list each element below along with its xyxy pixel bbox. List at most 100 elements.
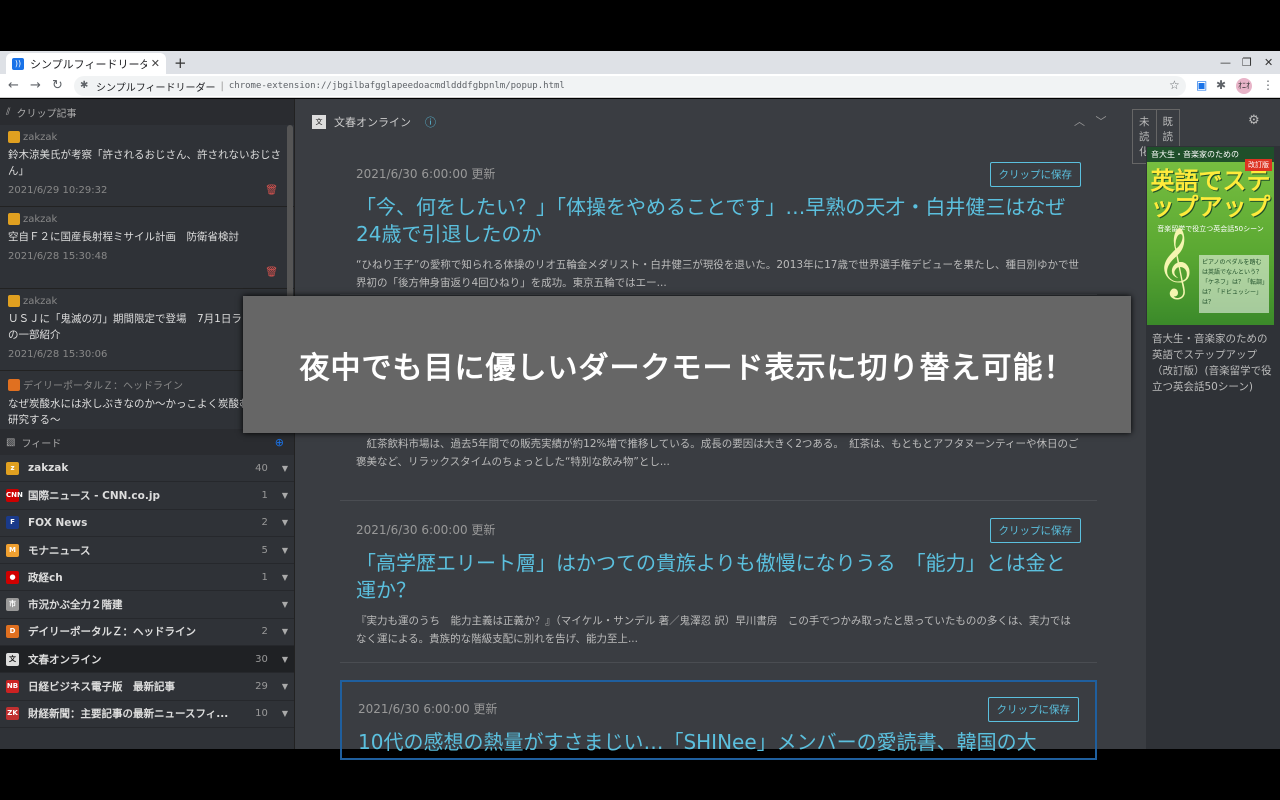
article-card[interactable]: 2021/6/30 6:00:00 更新 クリップに保存 「高学歴エリート層」は… xyxy=(340,501,1097,663)
restore-icon[interactable]: ❐ xyxy=(1242,56,1252,69)
close-tab-icon[interactable]: ✕ xyxy=(151,57,160,70)
source-icon xyxy=(8,378,20,391)
back-icon[interactable]: ← xyxy=(8,78,19,93)
url-text: chrome-extension://jbgilbafgglapeedoacmd… xyxy=(228,81,565,91)
source-icon xyxy=(8,131,20,143)
gear-icon[interactable]: ⚙ xyxy=(1248,113,1260,128)
chevron-down-icon[interactable]: ▼ xyxy=(282,600,288,609)
feed-item[interactable]: M モナニュース 5 ▼ xyxy=(0,537,294,565)
star-icon[interactable]: ☆ xyxy=(1169,78,1180,92)
clip-item[interactable]: zakzak 鈴木涼美氏が考察「許されるおじさん、許されないおじさん」 2021/6… xyxy=(0,125,294,207)
unread-count: 29 xyxy=(255,681,268,693)
feed-item[interactable]: D デイリーポータルＺ：ヘッドライン 2 ▼ xyxy=(0,619,294,647)
chevron-down-icon[interactable]: ▼ xyxy=(282,464,288,473)
browser-tab[interactable]: )) シンプルフィードリーダ- ✕ xyxy=(6,53,166,74)
avatar[interactable]: ｵﾆｵ xyxy=(1236,78,1252,94)
clip-source-label: デイリーポータルＺ：ヘッドライン xyxy=(23,381,183,392)
clip-save-button[interactable]: クリップに保存 xyxy=(989,162,1081,187)
minimize-icon[interactable]: — xyxy=(1220,56,1231,69)
feed-item[interactable]: 市市況かぶ全力２階建 ▼ xyxy=(0,591,294,619)
book-title: 英語でステップアップ xyxy=(1150,167,1271,221)
tab-strip: )) シンプルフィードリーダ- ✕ + — ❐ ✕ xyxy=(0,51,1280,74)
article-date: 2021/6/30 6:00:00 更新 xyxy=(356,167,496,181)
treble-clef-icon: 𝄞 xyxy=(1157,227,1193,297)
feed-name: 政経ch xyxy=(28,571,63,584)
toolbar: ← → ↻ ✱ シンプルフィードリーダー | chrome-extension:… xyxy=(0,74,1280,98)
feed-icon: M xyxy=(6,543,19,557)
clip-title[interactable]: 空自Ｆ２に国産長射程ミサイル計画 防衛省検討 xyxy=(8,229,286,245)
feed-icon: ZK xyxy=(6,707,19,721)
clip-date: 2021/6/28 15:30:48 xyxy=(8,251,108,262)
chevron-down-icon[interactable]: ▼ xyxy=(282,573,288,582)
unread-count: 40 xyxy=(255,462,268,474)
unread-count: 1 xyxy=(261,489,268,501)
article-title[interactable]: 「今、何をしたい？」「体操をやめることです」…早熟の天才・白井健三はなぜ24歳で… xyxy=(356,194,1081,248)
rss-icon: ▧ xyxy=(6,436,16,448)
feed-icon: D xyxy=(6,625,19,639)
puzzle-icon: ✱ xyxy=(80,80,89,91)
feed-item[interactable]: ZK 財経新聞：主要記事の最新ニュースフィ... 10 ▼ xyxy=(0,701,294,728)
article-date: 2021/6/30 6:00:00 更新 xyxy=(358,702,498,716)
chevron-down-icon[interactable]: ▼ xyxy=(282,491,288,500)
feed-name: 財経新聞：主要記事の最新ニュースフィ... xyxy=(28,708,229,721)
feed-title: 文春オンライン xyxy=(334,116,411,129)
feed-item[interactable]: 文文春オンライン 30 ▼ xyxy=(0,646,294,674)
feed-name: デイリーポータルＺ：ヘッドライン xyxy=(28,626,196,639)
chevron-down-icon[interactable]: ▼ xyxy=(282,655,288,664)
paperclip-icon: ⫽ xyxy=(6,106,11,118)
info-icon[interactable]: ⓘ xyxy=(425,114,436,130)
address-bar[interactable]: ✱ シンプルフィードリーダー | chrome-extension://jbgi… xyxy=(74,76,1186,96)
article-summary: 『実力も運のうち 能力主義は正義か？』（マイケル・サンデル 著／鬼澤忍 訳）早川… xyxy=(356,615,1071,645)
feed-item[interactable]: CNN 国際ニュース - CNN.co.jp 1 ▼ xyxy=(0,482,294,510)
feed-item[interactable]: NB 日経ビジネス電子版 最新記事 29 ▼ xyxy=(0,673,294,701)
feed-name: 国際ニュース - CNN.co.jp xyxy=(28,489,160,502)
unread-count: 1 xyxy=(261,571,268,583)
feed-item[interactable]: F FOX News 2 ▼ xyxy=(0,510,294,537)
chevron-down-icon[interactable]: ▼ xyxy=(282,709,288,718)
article-summary: “ひねり王子”の愛称で知られる体操のリオ五輪金メダリスト・白井健三が現役を退いた… xyxy=(356,259,1079,289)
rss-extension-icon[interactable]: ▣ xyxy=(1196,78,1207,92)
extensions-icon[interactable]: ✱ xyxy=(1216,78,1226,92)
article-title[interactable]: 「高学歴エリート層」はかつての貴族よりも傲慢になりうる 「能力」とは金と運か？ xyxy=(356,550,1081,604)
clip-save-button[interactable]: クリップに保存 xyxy=(987,697,1079,722)
forward-icon[interactable]: → xyxy=(30,78,41,93)
unread-count: 30 xyxy=(255,653,268,665)
article-date: 2021/6/30 6:00:00 更新 xyxy=(356,523,496,537)
new-tab-icon[interactable]: + xyxy=(174,54,187,72)
chevron-down-icon[interactable]: ▼ xyxy=(282,518,288,527)
chevron-down-icon[interactable]: ▼ xyxy=(282,546,288,555)
article-card[interactable]: 2021/6/30 6:00:00 更新 クリップに保存 「今、何をしたい？」「… xyxy=(340,145,1097,295)
trash-icon[interactable]: 🗑 xyxy=(265,185,278,196)
ad-caption[interactable]: 音大生・音楽家のための英語でステップアップ（改訂版）(音楽留学で役立つ英会話50… xyxy=(1152,331,1272,395)
feed-item[interactable]: ● 政経ch 1 ▼ xyxy=(0,564,294,592)
nav-arrows[interactable]: ︿ ﹀ xyxy=(1074,113,1107,129)
clip-title[interactable]: 鈴木涼美氏が考察「許されるおじさん、許されないおじさん」 xyxy=(8,147,286,179)
feed-section: ▧ フィード ⊕ z zakzak 40 ▼ CNN 国際ニュース - CNN.co.jp… xyxy=(0,429,294,749)
feed-icon: 市 xyxy=(6,598,19,612)
article-summary: 紅茶飲料市場は、過去5年間での販売実績が約12%増で推移している。成長の要因は大… xyxy=(356,438,1079,468)
reload-icon[interactable]: ↻ xyxy=(52,78,63,93)
add-feed-icon[interactable]: ⊕ xyxy=(275,436,284,449)
clip-date: 2021/6/29 10:29:32 xyxy=(8,185,108,196)
clip-save-button[interactable]: クリップに保存 xyxy=(989,518,1081,543)
trash-icon[interactable]: 🗑 xyxy=(265,267,278,278)
chevron-down-icon[interactable]: ▼ xyxy=(282,682,288,691)
clip-header: ⫽ クリップ記事 xyxy=(0,99,294,125)
article-header: 文 文春オンライン ⓘ ︿ ﹀ 未読化 既読化 ⚙ xyxy=(296,99,1260,164)
article-card-focused[interactable]: 2021/6/30 6:00:00 更新 クリップに保存 10代の感想の熱量がす… xyxy=(340,680,1097,760)
close-window-icon[interactable]: ✕ xyxy=(1264,56,1273,69)
chevron-down-icon[interactable]: ▼ xyxy=(282,627,288,636)
book-ad-image[interactable]: 音大生・音楽家のための 改訂版 英語でステップアップ 音楽留学で役立つ英会話50… xyxy=(1147,147,1274,325)
feed-name: zakzak xyxy=(28,462,69,475)
feed-header-label: フィード xyxy=(21,438,62,450)
clip-source: zakzak xyxy=(8,213,286,225)
feed-item[interactable]: z zakzak 40 ▼ xyxy=(0,455,294,483)
unread-count: 5 xyxy=(261,544,268,556)
clip-source-label: zakzak xyxy=(23,213,58,225)
rss-icon: )) xyxy=(12,57,24,70)
menu-icon[interactable]: ⋮ xyxy=(1262,78,1274,92)
feed-icon: F xyxy=(6,516,19,530)
article-title[interactable]: 10代の感想の熱量がすさまじい…「SHINee」メンバーの愛読書、韓国の大 xyxy=(358,729,1079,756)
feed-icon: CNN xyxy=(6,488,23,502)
clip-item[interactable]: zakzak 空自Ｆ２に国産長射程ミサイル計画 防衛省検討 2021/6/28 15… xyxy=(0,207,294,289)
